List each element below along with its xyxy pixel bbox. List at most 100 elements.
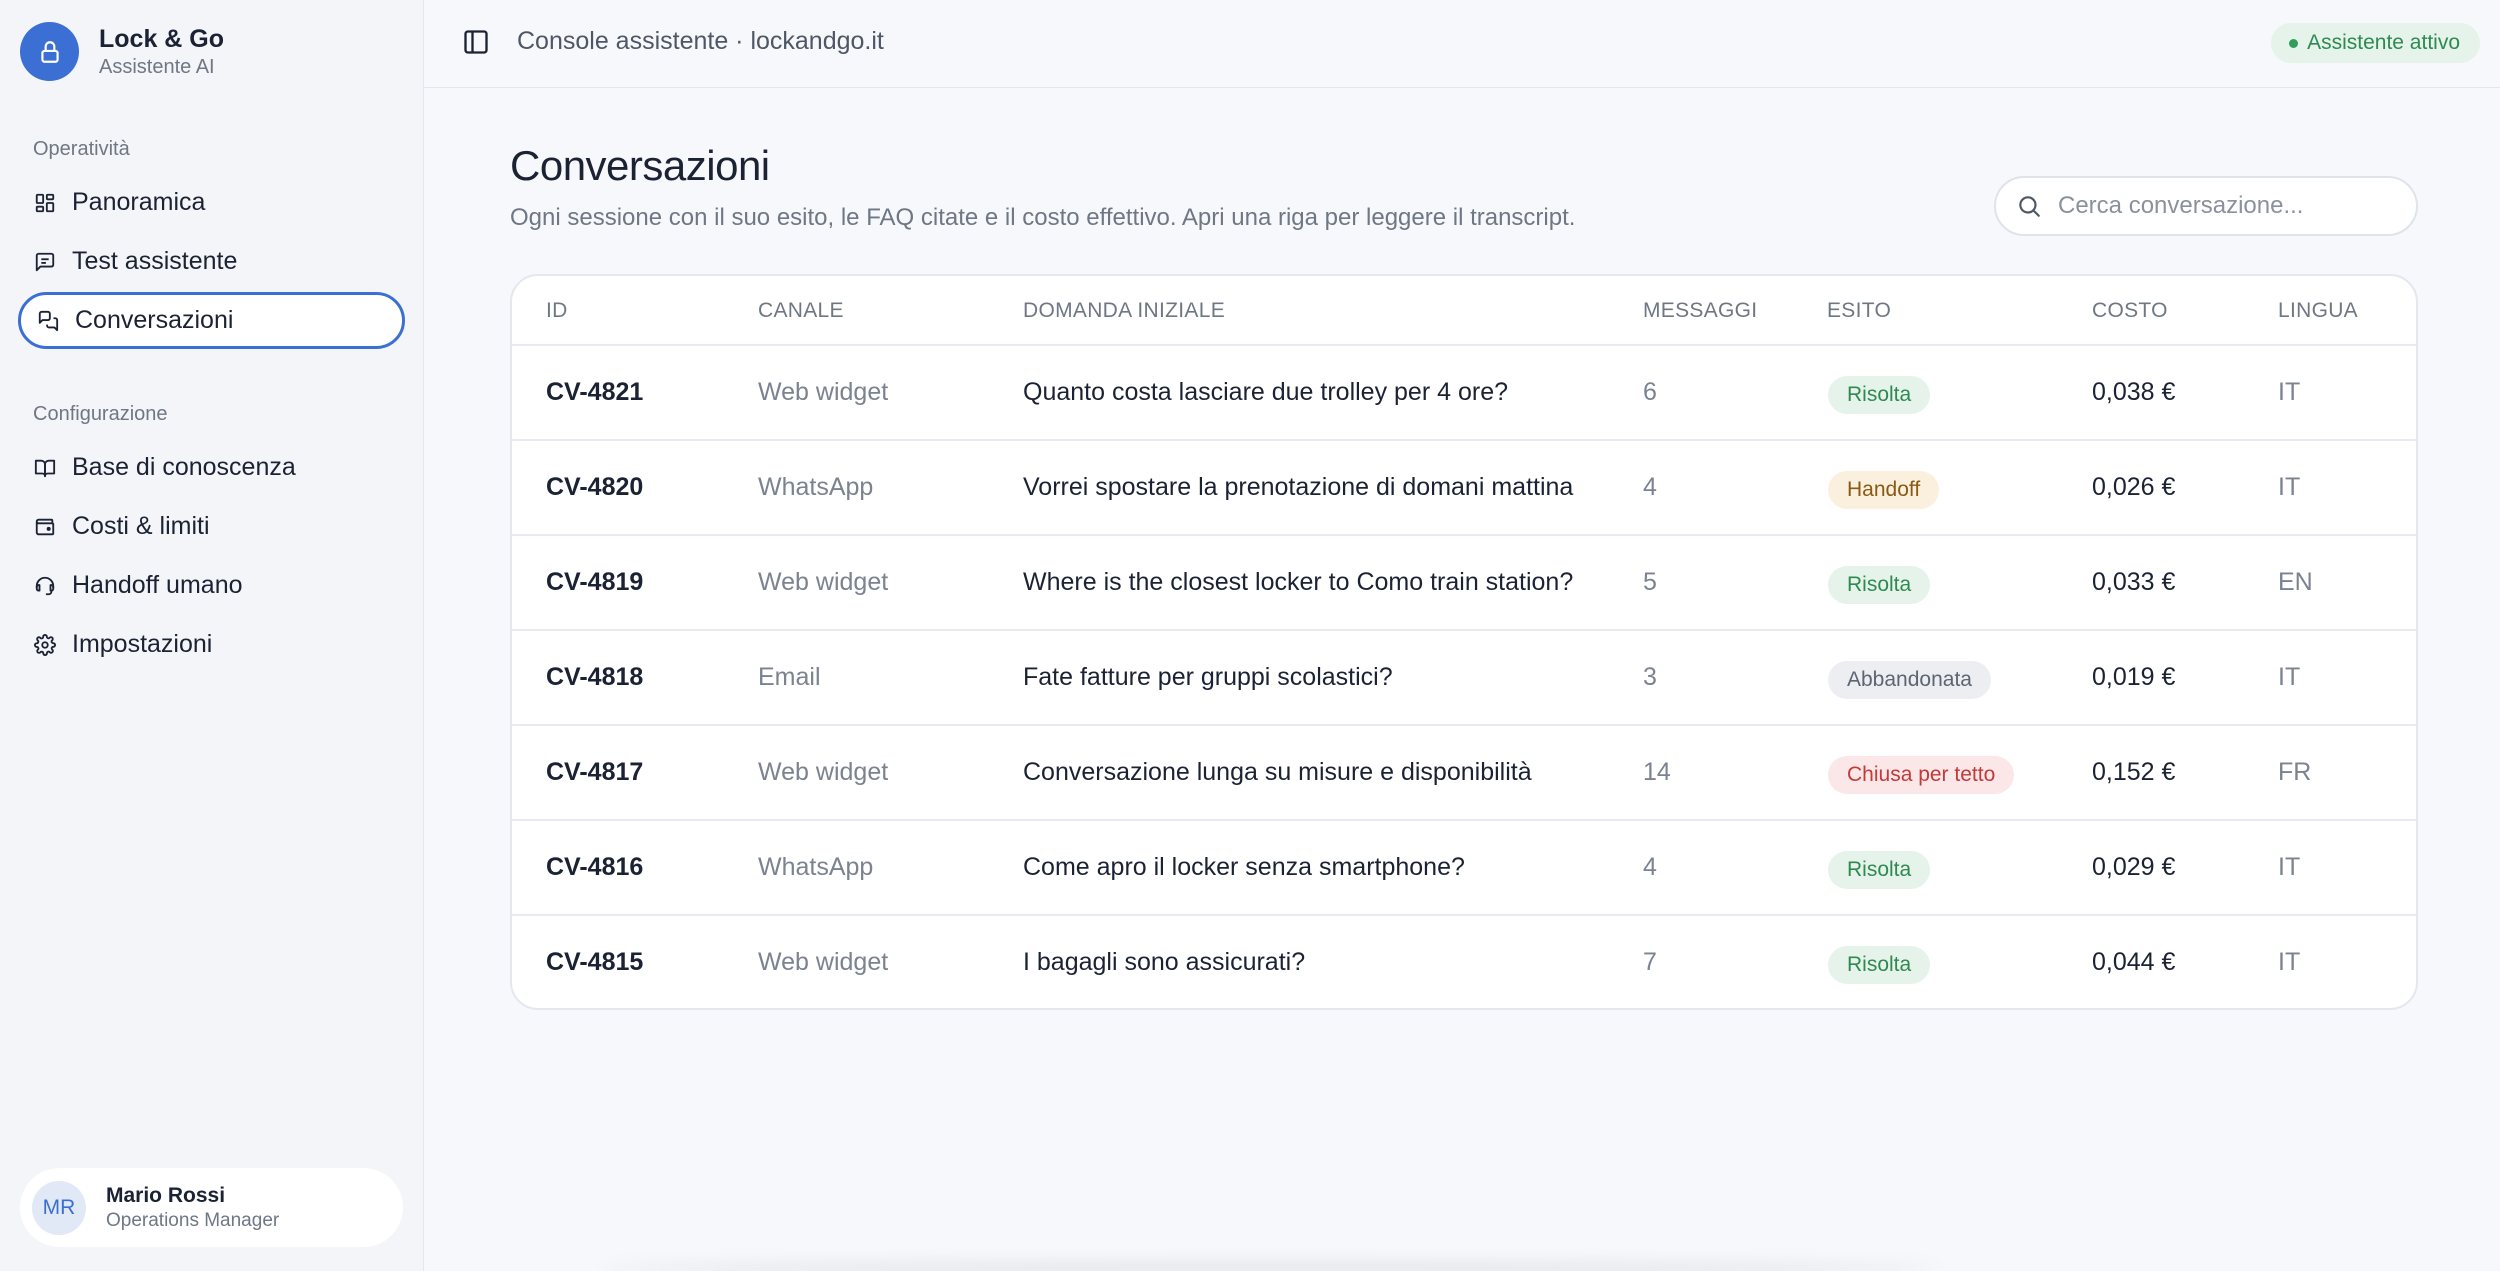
user-role: Operations Manager <box>106 1209 280 1231</box>
cell-messages: 4 <box>1643 853 1657 881</box>
cell-messages: 3 <box>1643 663 1657 691</box>
cell-question: Quanto costa lasciare due trolley per 4 … <box>1023 378 1508 406</box>
cell-lang: IT <box>2278 853 2301 881</box>
console-title: Console assistente · lockandgo.it <box>517 27 884 55</box>
message-square-icon <box>32 249 58 275</box>
sidebar-item-panoramica[interactable]: Panoramica <box>18 174 405 231</box>
column-header-id[interactable]: ID <box>546 299 568 323</box>
cell-id: CV-4816 <box>546 853 644 881</box>
cell-question: I bagagli sono assicurati? <box>1023 948 1306 976</box>
outcome-badge: Abbandonata <box>1828 661 1991 699</box>
outcome-badge: Risolta <box>1828 851 1931 889</box>
sidebar-item-label: Costi & limiti <box>72 512 210 540</box>
outcome-badge: Risolta <box>1828 566 1931 604</box>
cell-messages: 4 <box>1643 473 1657 501</box>
cell-cost: 0,026 € <box>2092 473 2176 501</box>
cell-lang: IT <box>2278 663 2301 691</box>
cell-channel: WhatsApp <box>758 473 874 501</box>
status-badge: Assistente attivo <box>2271 23 2480 63</box>
column-header-costo[interactable]: COSTO <box>2092 299 2168 323</box>
cell-channel: Web widget <box>758 378 889 406</box>
sidebar-item-handoff-umano[interactable]: Handoff umano <box>18 557 405 614</box>
cell-id: CV-4815 <box>546 948 644 976</box>
book-icon <box>32 455 58 481</box>
column-header-messaggi[interactable]: MESSAGGI <box>1643 299 1757 323</box>
table-row[interactable]: CV-4819 Web widget Where is the closest … <box>512 536 2416 631</box>
table-row[interactable]: CV-4820 WhatsApp Vorrei spostare la pren… <box>512 441 2416 536</box>
search-box[interactable] <box>1994 176 2418 236</box>
sidebar-item-label: Conversazioni <box>75 306 234 334</box>
cell-cost: 0,044 € <box>2092 948 2176 976</box>
brand-name: Lock & Go <box>99 24 225 53</box>
grid-icon <box>32 190 58 216</box>
status-label: Assistente attivo <box>2307 31 2460 54</box>
cell-id: CV-4820 <box>546 473 644 501</box>
cell-channel: Web widget <box>758 758 889 786</box>
sidebar-item-label: Handoff umano <box>72 571 243 599</box>
nav-section-operativita: Operatività <box>33 138 130 160</box>
page-subtitle: Ogni sessione con il suo esito, le FAQ c… <box>510 204 1576 231</box>
cell-id: CV-4817 <box>546 758 644 786</box>
sidebar-item-base-conoscenza[interactable]: Base di conoscenza <box>18 439 405 496</box>
sidebar-item-label: Test assistente <box>72 247 238 275</box>
cell-cost: 0,029 € <box>2092 853 2176 881</box>
cell-channel: Email <box>758 663 821 691</box>
cell-question: Vorrei spostare la prenotazione di doman… <box>1023 473 1574 501</box>
sidebar-item-test-assistente[interactable]: Test assistente <box>18 233 405 290</box>
user-name: Mario Rossi <box>106 1183 226 1207</box>
bottom-panel-shadow <box>600 1262 1940 1271</box>
outcome-badge: Risolta <box>1828 376 1931 414</box>
column-header-domanda[interactable]: DOMANDA INIZIALE <box>1023 299 1225 323</box>
column-header-lingua[interactable]: LINGUA <box>2278 299 2358 323</box>
conversations-table: ID CANALE DOMANDA INIZIALE MESSAGGI ESIT… <box>510 274 2418 1010</box>
table-row[interactable]: CV-4821 Web widget Quanto costa lasciare… <box>512 346 2416 441</box>
sidebar-item-impostazioni[interactable]: Impostazioni <box>18 616 405 673</box>
status-dot-icon <box>2289 39 2299 48</box>
avatar: MR <box>32 1180 86 1235</box>
topbar: Console assistente · lockandgo.it Assist… <box>424 0 2500 88</box>
cell-cost: 0,033 € <box>2092 568 2176 596</box>
search-input[interactable] <box>2058 192 2388 220</box>
lock-icon <box>20 22 79 81</box>
cell-question: Fate fatture per gruppi scolastici? <box>1023 663 1393 691</box>
cell-lang: IT <box>2278 378 2301 406</box>
table-row[interactable]: CV-4816 WhatsApp Come apro il locker sen… <box>512 821 2416 916</box>
cell-messages: 6 <box>1643 378 1657 406</box>
wallet-icon <box>32 514 58 540</box>
brand-subtitle: Assistente AI <box>99 55 215 78</box>
table-header: ID CANALE DOMANDA INIZIALE MESSAGGI ESIT… <box>512 276 2416 346</box>
cell-cost: 0,152 € <box>2092 758 2176 786</box>
cell-cost: 0,038 € <box>2092 378 2176 406</box>
sidebar-item-label: Panoramica <box>72 188 206 216</box>
column-header-canale[interactable]: CANALE <box>758 299 844 323</box>
cell-cost: 0,019 € <box>2092 663 2176 691</box>
sidebar-item-label: Base di conoscenza <box>72 453 296 481</box>
nav-section-configurazione: Configurazione <box>33 403 168 425</box>
sidebar-item-label: Impostazioni <box>72 630 213 658</box>
cell-question: Conversazione lunga su misure e disponib… <box>1023 758 1532 786</box>
sidebar-item-conversazioni[interactable]: Conversazioni <box>18 292 405 349</box>
chats-icon <box>35 308 61 334</box>
sidebar-toggle-icon[interactable] <box>462 28 492 58</box>
cell-id: CV-4819 <box>546 568 644 596</box>
cell-id: CV-4821 <box>546 378 644 406</box>
user-card[interactable]: MR Mario Rossi Operations Manager <box>20 1168 403 1247</box>
page-title: Conversazioni <box>510 142 770 189</box>
table-row[interactable]: CV-4818 Email Fate fatture per gruppi sc… <box>512 631 2416 726</box>
cell-lang: EN <box>2278 568 2313 596</box>
cell-messages: 14 <box>1643 758 1671 786</box>
brand[interactable]: Lock & Go Assistente AI <box>20 22 224 81</box>
cell-channel: WhatsApp <box>758 853 874 881</box>
column-header-esito[interactable]: ESITO <box>1827 299 1891 323</box>
search-icon <box>2016 193 2042 219</box>
outcome-badge: Risolta <box>1828 946 1931 984</box>
table-row[interactable]: CV-4815 Web widget I bagagli sono assicu… <box>512 916 2416 1008</box>
cell-lang: FR <box>2278 758 2312 786</box>
table-row[interactable]: CV-4817 Web widget Conversazione lunga s… <box>512 726 2416 821</box>
cell-channel: Web widget <box>758 948 889 976</box>
sidebar-item-costi-limiti[interactable]: Costi & limiti <box>18 498 405 555</box>
cell-messages: 5 <box>1643 568 1657 596</box>
cell-lang: IT <box>2278 948 2301 976</box>
cell-messages: 7 <box>1643 948 1657 976</box>
cell-lang: IT <box>2278 473 2301 501</box>
